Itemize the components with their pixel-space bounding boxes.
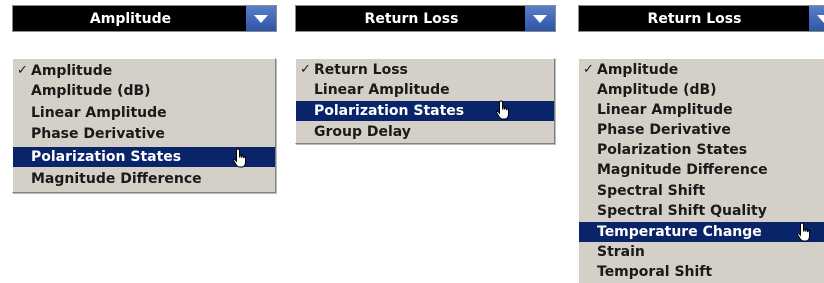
chevron-down-icon xyxy=(533,14,547,23)
menu-item-label: Phase Derivative xyxy=(31,126,165,142)
menu-item-linear-amplitude[interactable]: Linear Amplitude xyxy=(296,80,554,100)
dropdown-3-menu: ✓ Amplitude Amplitude (dB) Linear Amplit… xyxy=(578,58,824,283)
dropdown-1-header[interactable]: Amplitude xyxy=(12,5,277,32)
chevron-down-icon xyxy=(817,14,824,23)
menu-item-linear-amplitude[interactable]: Linear Amplitude xyxy=(13,103,275,123)
dropdown-1-toggle-button[interactable] xyxy=(246,6,276,31)
chevron-down-icon xyxy=(254,14,268,23)
menu-item-label: Polarization States xyxy=(314,103,465,119)
dropdown-1-menu: ✓ Amplitude Amplitude (dB) Linear Amplit… xyxy=(12,58,276,193)
checkmark-icon: ✓ xyxy=(300,62,311,77)
menu-item-label: Linear Amplitude xyxy=(314,82,450,98)
menu-item-amplitude[interactable]: ✓ Amplitude xyxy=(13,61,275,81)
menu-item-temporal-shift[interactable]: Temporal Shift xyxy=(579,262,824,282)
menu-item-label: Phase Derivative xyxy=(597,122,731,138)
menu-item-label: Amplitude xyxy=(597,62,679,78)
checkmark-icon: ✓ xyxy=(17,63,28,78)
menu-item-label: Spectral Shift Quality xyxy=(597,203,767,219)
menu-item-label: Temperature Change xyxy=(597,224,762,240)
dropdown-2-menu: ✓ Return Loss Linear Amplitude Polarizat… xyxy=(295,58,555,144)
menu-item-polarization-states[interactable]: Polarization States xyxy=(579,140,824,160)
hand-pointer-cursor-icon xyxy=(796,222,810,242)
menu-item-linear-amplitude[interactable]: Linear Amplitude xyxy=(579,100,824,120)
menu-item-spectral-shift-quality[interactable]: Spectral Shift Quality xyxy=(579,201,824,221)
menu-item-temperature-change[interactable]: Temperature Change xyxy=(579,222,824,242)
dropdown-2-header[interactable]: Return Loss xyxy=(295,5,556,32)
menu-item-label: Magnitude Difference xyxy=(597,162,768,178)
menu-item-polarization-states[interactable]: Polarization States xyxy=(296,101,554,121)
menu-item-label: Amplitude (dB) xyxy=(597,82,717,98)
menu-item-label: Magnitude Difference xyxy=(31,171,202,187)
menu-item-label: Temporal Shift xyxy=(597,264,713,280)
hand-pointer-cursor-icon xyxy=(495,100,509,120)
menu-item-label: Group Delay xyxy=(314,124,411,140)
menu-item-label: Return Loss xyxy=(314,62,408,78)
menu-item-label: Polarization States xyxy=(597,142,748,158)
menu-item-label: Linear Amplitude xyxy=(597,102,733,118)
dropdown-2-toggle-button[interactable] xyxy=(525,6,555,31)
dropdown-3-toggle-button[interactable] xyxy=(809,6,824,31)
menu-item-magnitude-difference[interactable]: Magnitude Difference xyxy=(13,169,275,189)
menu-item-magnitude-difference[interactable]: Magnitude Difference xyxy=(579,160,824,180)
dropdown-1-selected-value: Amplitude xyxy=(89,10,172,27)
menu-item-label: Amplitude (dB) xyxy=(31,83,151,99)
menu-item-group-delay[interactable]: Group Delay xyxy=(296,122,554,142)
menu-item-phase-derivative[interactable]: Phase Derivative xyxy=(13,124,275,144)
menu-item-amplitude[interactable]: ✓ Amplitude xyxy=(579,60,824,80)
menu-item-spectral-shift[interactable]: Spectral Shift xyxy=(579,181,824,201)
checkmark-icon: ✓ xyxy=(583,62,594,77)
menu-item-label: Strain xyxy=(597,244,645,260)
dropdown-2-selected-value: Return Loss xyxy=(364,10,459,27)
menu-item-amplitude-db[interactable]: Amplitude (dB) xyxy=(13,81,275,101)
menu-item-label: Polarization States xyxy=(31,149,182,165)
menu-item-return-loss[interactable]: ✓ Return Loss xyxy=(296,60,554,80)
menu-item-phase-derivative[interactable]: Phase Derivative xyxy=(579,120,824,140)
menu-item-strain[interactable]: Strain xyxy=(579,242,824,262)
menu-item-label: Linear Amplitude xyxy=(31,105,167,121)
hand-pointer-cursor-icon xyxy=(232,148,246,168)
menu-item-label: Spectral Shift xyxy=(597,183,706,199)
menu-item-label: Amplitude xyxy=(31,63,113,79)
dropdown-3-selected-value: Return Loss xyxy=(647,10,742,27)
menu-item-amplitude-db[interactable]: Amplitude (dB) xyxy=(579,80,824,100)
dropdown-3-header[interactable]: Return Loss xyxy=(578,5,824,32)
